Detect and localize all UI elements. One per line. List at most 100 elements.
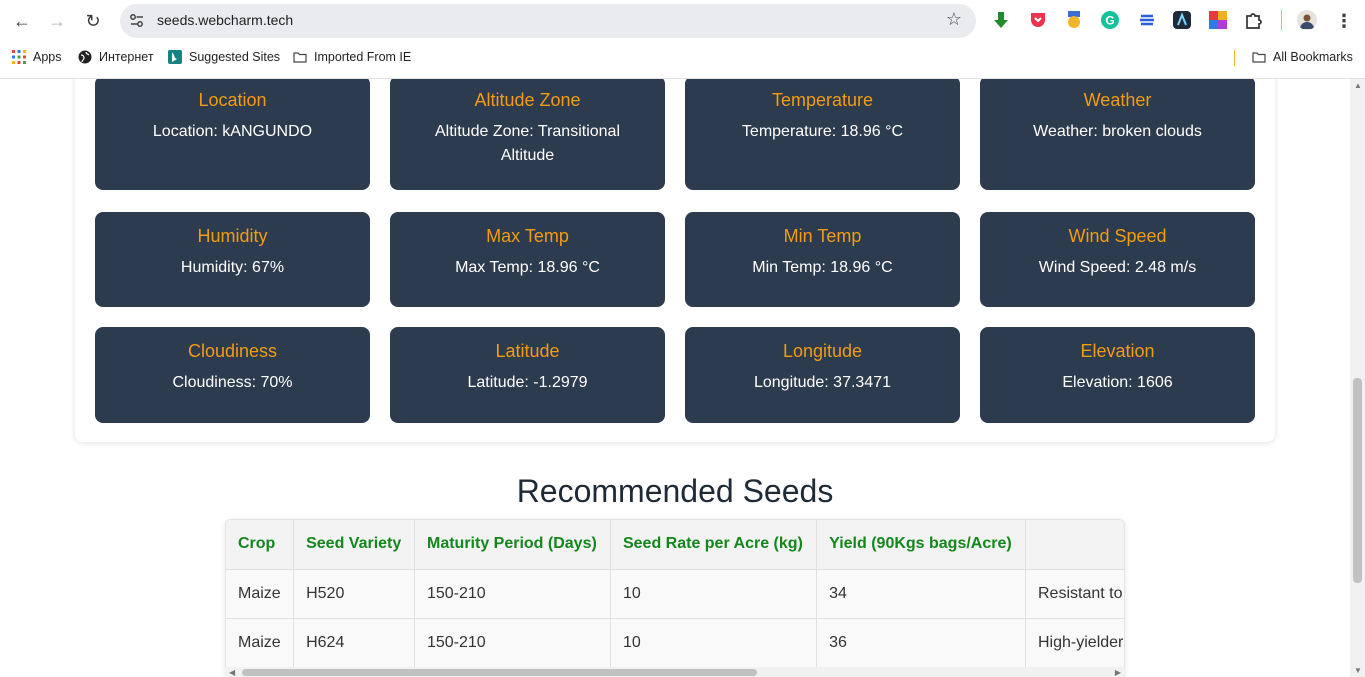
card-title: Latitude [495,341,560,361]
url-text[interactable]: seeds.webcharm.tech [157,12,293,28]
bookmark-label: Apps [33,50,62,64]
page-content: Location Location: kANGUNDO Altitude Zon… [0,79,1350,677]
column-header-seed-variety: Seed Variety [293,520,415,570]
table-cell: 10 [610,618,818,668]
table-cell: 34 [816,569,1026,619]
card-title: Elevation [1080,341,1155,361]
weather-card-wind-speed: Wind Speed Wind Speed: 2.48 m/s [980,212,1255,307]
browser-chrome: ← → ↻ seeds.webcharm.tech ☆ G ⋮ Apps Инт… [0,0,1365,79]
card-value: Altitude Zone: Transitional Altitude [435,123,620,164]
vertical-scroll-thumb[interactable] [1353,378,1362,583]
bookmark-label: Suggested Sites [189,50,281,64]
card-title: Longitude [782,341,863,361]
reload-icon[interactable]: ↻ [80,8,106,34]
download-arrow-icon[interactable] [991,10,1011,30]
bookmark-internet[interactable]: Интернет [78,50,154,64]
grammarly-icon[interactable]: G [1100,10,1120,30]
seeds-table: Crop Seed Variety Maturity Period (Days)… [226,520,1124,668]
address-bar[interactable]: seeds.webcharm.tech ☆ [120,4,976,38]
card-value: Max Temp: 18.96 °C [455,259,600,276]
card-title: Min Temp [783,226,862,246]
table-cell: Maize [226,618,295,668]
card-value: Temperature: 18.96 °C [741,123,904,140]
seeds-table-container[interactable]: Crop Seed Variety Maturity Period (Days)… [225,519,1125,677]
bookmark-apps[interactable]: Apps [12,50,62,64]
all-bookmarks-button[interactable]: All Bookmarks [1252,50,1353,64]
bing-icon [168,50,182,64]
card-title: Altitude Zone [474,90,581,110]
weather-card-weather: Weather Weather: broken clouds [980,79,1255,190]
column-header-description [1025,520,1124,570]
table-cell: 150-210 [414,569,611,619]
weather-card-cloudiness: Cloudiness Cloudiness: 70% [95,327,370,423]
table-row: Maize H520 150-210 10 34 Resistant to lo [226,569,1124,619]
card-value: Elevation: 1606 [1062,374,1173,391]
weather-card-humidity: Humidity Humidity: 67% [95,212,370,307]
toolbar-divider [1281,10,1282,30]
bookmark-imported-from-ie[interactable]: Imported From IE [293,50,411,64]
weather-card-altitude-zone: Altitude Zone Altitude Zone: Transitiona… [390,79,665,190]
weather-card-elevation: Elevation Elevation: 1606 [980,327,1255,423]
medal-icon[interactable] [1064,10,1084,30]
bookmark-label: Imported From IE [314,50,412,64]
table-cell: H520 [293,569,415,619]
table-cell: 150-210 [414,618,611,668]
apps-icon [12,50,26,64]
card-value: Humidity: 67% [180,259,285,276]
globe-icon [78,50,92,64]
column-header-crop: Crop [226,520,295,570]
site-info-icon[interactable] [128,12,146,30]
card-title: Humidity [197,226,268,246]
table-cell: 36 [816,618,1026,668]
profile-avatar-icon[interactable] [1297,10,1317,30]
table-cell: H624 [293,618,415,668]
bookmark-suggested-sites[interactable]: Suggested Sites [168,50,280,64]
weather-card-max-temp: Max Temp Max Temp: 18.96 °C [390,212,665,307]
all-bookmarks-label: All Bookmarks [1273,50,1353,64]
column-header-seed-rate: Seed Rate per Acre (kg) [610,520,818,570]
card-value: Location: kANGUNDO [152,123,313,140]
weather-card-location: Location Location: kANGUNDO [95,79,370,190]
card-value: Cloudiness: 70% [172,374,293,391]
table-header-row: Crop Seed Variety Maturity Period (Days)… [226,520,1124,570]
arc-a-icon[interactable] [1172,10,1192,30]
card-value: Longitude: 37.3471 [753,374,891,391]
color-grid-icon[interactable] [1208,10,1228,30]
scroll-left-icon[interactable]: ◀ [229,668,235,677]
card-value: Weather: broken clouds [1033,123,1202,140]
scroll-down-icon[interactable]: ▼ [1354,666,1362,675]
card-value: Min Temp: 18.96 °C [752,259,893,276]
scroll-right-icon[interactable]: ▶ [1115,668,1121,677]
back-icon[interactable]: ← [9,8,35,34]
card-value: Wind Speed: 2.48 m/s [1038,259,1197,276]
folder-icon [1252,52,1266,63]
scroll-up-icon[interactable]: ▲ [1354,81,1362,90]
forward-icon[interactable]: → [44,8,70,34]
card-title: Cloudiness [187,341,278,361]
table-cell: Resistant to lo [1025,569,1124,619]
bookmarks-divider [1234,50,1235,66]
browser-menu-icon[interactable]: ⋮ [1331,8,1357,34]
bookmarks-bar: Apps Интернет Suggested Sites Imported F… [0,44,1365,72]
stack-lines-icon[interactable] [1137,10,1157,30]
table-row: Maize H624 150-210 10 36 High-yielder, E [226,618,1124,668]
card-title: Weather [1083,90,1152,110]
weather-card-temperature: Temperature Temperature: 18.96 °C [685,79,960,190]
table-horizontal-scrollbar[interactable]: ◀ ▶ [225,667,1125,677]
pocket-icon[interactable] [1028,10,1048,30]
section-title: Recommended Seeds [516,473,834,509]
weather-panel: Location Location: kANGUNDO Altitude Zon… [75,79,1275,442]
bookmark-label: Интернет [99,50,154,64]
horizontal-scroll-thumb[interactable] [242,669,757,676]
folder-icon [293,52,307,63]
table-cell: Maize [226,569,295,619]
card-title: Wind Speed [1068,226,1167,246]
bookmark-star-icon[interactable]: ☆ [946,9,962,30]
extensions-puzzle-icon[interactable] [1243,10,1263,30]
card-title: Max Temp [486,226,569,246]
card-title: Temperature [771,90,874,110]
table-cell: 10 [610,569,818,619]
page-vertical-scrollbar[interactable]: ▲ ▼ [1350,79,1365,677]
weather-card-latitude: Latitude Latitude: -1.2979 [390,327,665,423]
weather-card-longitude: Longitude Longitude: 37.3471 [685,327,960,423]
